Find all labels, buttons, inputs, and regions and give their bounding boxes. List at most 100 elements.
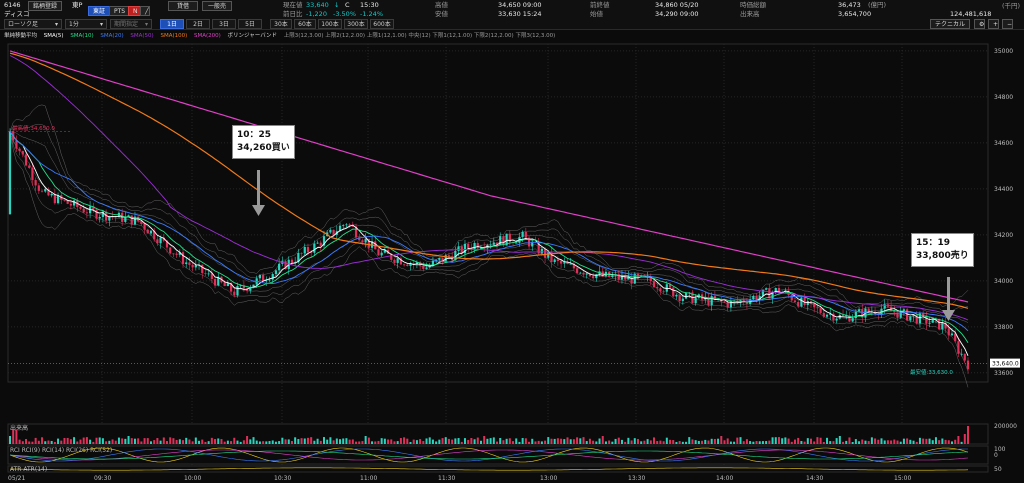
volume-bar bbox=[300, 438, 303, 444]
volume-bar bbox=[409, 441, 412, 444]
candle-body bbox=[342, 225, 345, 226]
volume-bar bbox=[688, 437, 691, 444]
volume-bar bbox=[188, 439, 191, 444]
volume-bar bbox=[444, 437, 447, 444]
volume-bar bbox=[512, 441, 515, 444]
volume-bar bbox=[896, 440, 899, 444]
volume-bar bbox=[569, 439, 572, 444]
volume-bar bbox=[233, 437, 236, 444]
candle-body bbox=[819, 308, 822, 313]
volume-bar bbox=[733, 441, 736, 444]
volume-bar bbox=[374, 441, 377, 444]
volume-bar bbox=[364, 436, 367, 444]
candle-body bbox=[303, 247, 306, 254]
volume-bar bbox=[422, 441, 425, 444]
volume-bar bbox=[851, 441, 854, 444]
volume-bar bbox=[47, 440, 50, 444]
volume-bar bbox=[431, 439, 434, 444]
volume-bar bbox=[835, 438, 838, 444]
volume-bar bbox=[165, 441, 168, 444]
volume-bar bbox=[909, 439, 912, 444]
volume-bar bbox=[790, 441, 793, 444]
volume-bar bbox=[585, 441, 588, 444]
buy-text: 34,260買い bbox=[237, 143, 290, 153]
candle-body bbox=[652, 281, 656, 288]
volume-bar bbox=[175, 439, 178, 444]
volume-bar bbox=[810, 438, 813, 444]
candle-body bbox=[675, 294, 678, 297]
volume-bar bbox=[172, 438, 175, 444]
candle-body bbox=[274, 270, 278, 275]
volume-bar bbox=[620, 439, 623, 444]
volume-bar bbox=[489, 438, 492, 444]
volume-bar bbox=[239, 441, 242, 444]
volume-bar bbox=[483, 436, 486, 444]
candle-body bbox=[563, 262, 566, 264]
volume-bar bbox=[95, 437, 98, 444]
candle-body bbox=[893, 310, 896, 313]
volume-bar bbox=[41, 437, 44, 444]
volume-bar bbox=[553, 438, 556, 444]
volume-bar bbox=[787, 438, 790, 444]
volume-bar bbox=[143, 438, 146, 444]
candle-body bbox=[79, 206, 82, 209]
buy-arrow-shaft bbox=[257, 170, 260, 206]
volume-bar bbox=[803, 441, 806, 444]
volume-bar bbox=[117, 437, 120, 444]
volume-bar bbox=[617, 437, 620, 444]
volume-bar bbox=[361, 441, 364, 444]
candle-body bbox=[69, 203, 72, 206]
volume-bar bbox=[454, 438, 457, 444]
volume-bar bbox=[44, 441, 47, 444]
volume-bar bbox=[784, 437, 787, 444]
volume-bar bbox=[931, 440, 934, 444]
candle-body bbox=[950, 333, 954, 336]
volume-bar bbox=[611, 441, 614, 444]
price-chart[interactable]: 35000 34800 34600 34400 34200 34000 33800 33600… bbox=[0, 0, 1024, 483]
volume-bar bbox=[377, 440, 380, 444]
volume-bar bbox=[191, 441, 194, 444]
volume-bar bbox=[893, 439, 896, 444]
volume-bar bbox=[691, 439, 694, 444]
x-tick-label: 10:00 bbox=[184, 475, 201, 482]
candle-body bbox=[8, 131, 12, 215]
volume-bar bbox=[858, 441, 861, 444]
candle-body bbox=[966, 360, 970, 370]
volume-bar bbox=[185, 437, 188, 444]
volume-bar bbox=[457, 438, 460, 444]
volume-bar bbox=[108, 440, 111, 444]
volume-bar bbox=[624, 441, 627, 444]
candle-body bbox=[723, 301, 726, 303]
volume-bar bbox=[101, 438, 104, 444]
candle-body bbox=[790, 295, 793, 301]
volume-bar bbox=[156, 438, 159, 444]
volume-bar bbox=[774, 437, 777, 444]
candle-body bbox=[678, 294, 681, 302]
volume-bar bbox=[960, 441, 963, 444]
candle-body bbox=[422, 265, 425, 269]
candle-body bbox=[24, 154, 28, 166]
volume-bar bbox=[130, 438, 133, 444]
volume-bar bbox=[758, 441, 761, 444]
volume-bar bbox=[797, 437, 800, 444]
volume-bar bbox=[316, 438, 319, 444]
volume-bar bbox=[659, 440, 662, 444]
volume-bar bbox=[124, 438, 127, 444]
volume-bar bbox=[319, 440, 322, 444]
volume-bar bbox=[149, 441, 152, 444]
y-tick-label: 35000 bbox=[994, 48, 1013, 55]
volume-bar bbox=[204, 441, 207, 444]
candle-body bbox=[457, 246, 460, 251]
volume-bar bbox=[710, 438, 713, 444]
atr-tick: 50 bbox=[994, 466, 1002, 473]
candle-body bbox=[146, 229, 149, 234]
candle-body bbox=[149, 230, 153, 234]
candle-body bbox=[37, 185, 40, 191]
volume-bar bbox=[274, 441, 277, 444]
candle-body bbox=[143, 223, 146, 230]
volume-bar bbox=[322, 437, 325, 444]
candle-body bbox=[44, 189, 47, 192]
volume-bar bbox=[832, 441, 835, 444]
candle-body bbox=[559, 261, 563, 264]
volume-bar bbox=[210, 437, 213, 444]
